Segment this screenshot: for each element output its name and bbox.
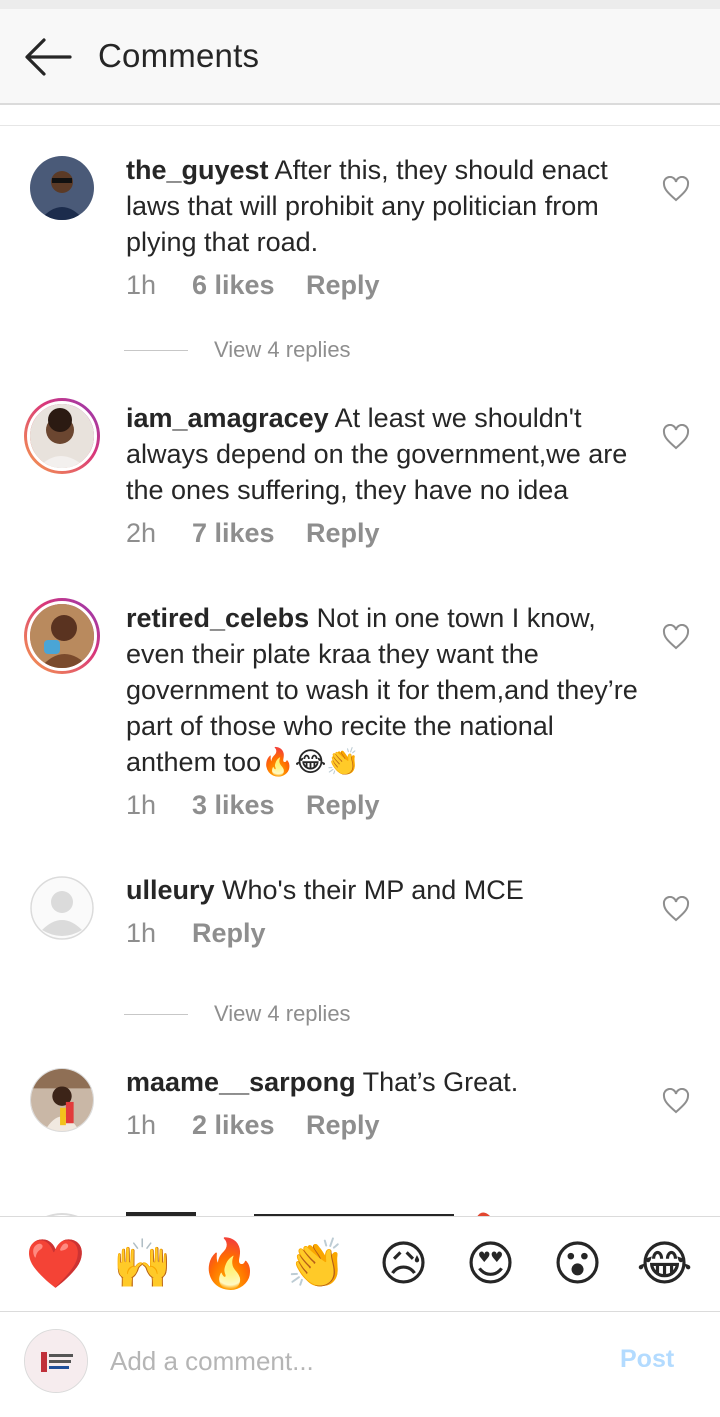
comment-meta: 1h 3 likes Reply (126, 790, 380, 821)
status-bar (0, 0, 720, 9)
laughing-emoji-button[interactable]: 😂 (632, 1236, 698, 1292)
page-title: Comments (98, 37, 260, 74)
heart-outline-icon[interactable] (662, 624, 690, 650)
comment-text: maame__sarpong That’s Great. (126, 1064, 646, 1100)
replies-line (124, 1013, 188, 1015)
heart-outline-icon[interactable] (662, 1088, 690, 1114)
comment-meta: 1h Reply (126, 918, 266, 949)
comment-meta: 1h 2 likes Reply (126, 1110, 380, 1141)
header-bar: Comments (0, 9, 720, 105)
comment-text: ulleury Who's their MP and MCE (126, 872, 646, 908)
back-arrow-icon[interactable] (22, 35, 74, 79)
comment-meta: 2h 7 likes Reply (126, 518, 380, 549)
comment-likes[interactable]: 3 likes (192, 790, 306, 821)
reply-button[interactable]: Reply (306, 1110, 380, 1141)
comment-text: retired_celebs Not in one town I know, e… (126, 600, 646, 780)
comment-body: Who's their MP and MCE (214, 875, 524, 905)
heart-outline-icon[interactable] (662, 176, 690, 202)
view-replies-label: View 4 replies (214, 1001, 351, 1026)
clapping-emoji-button[interactable]: 👏 (284, 1236, 350, 1292)
comment-meta: 1h 6 likes Reply (126, 270, 380, 301)
default-avatar-icon[interactable] (30, 876, 94, 940)
comment-username[interactable]: retired_celebs (126, 603, 309, 633)
comment-time: 1h (126, 790, 157, 820)
divider (0, 125, 720, 126)
reply-button[interactable]: Reply (306, 270, 380, 301)
comment-time: 2h (126, 518, 157, 548)
post-button[interactable]: Post (620, 1345, 674, 1374)
heart-outline-icon[interactable] (662, 424, 690, 450)
comment-likes[interactable]: 7 likes (192, 518, 306, 549)
comment-time: 1h (126, 918, 157, 948)
comment-likes[interactable]: 2 likes (192, 1110, 306, 1141)
reply-button[interactable]: Reply (306, 518, 380, 549)
comment-username[interactable]: ulleury (126, 875, 215, 905)
view-replies-button[interactable]: View 4 replies (124, 1001, 351, 1027)
emoji-quick-bar: ❤️ 🙌 🔥 👏 😥 😍 😮 😂 (0, 1216, 720, 1312)
avatar[interactable] (30, 156, 94, 220)
view-replies-button[interactable]: View 4 replies (124, 337, 351, 363)
comment-time: 1h (126, 270, 157, 300)
avatar[interactable] (30, 1068, 94, 1132)
comment-composer: Post (0, 1313, 720, 1417)
view-replies-label: View 4 replies (214, 337, 351, 362)
comment-likes[interactable]: 6 likes (192, 270, 306, 301)
reply-button[interactable]: Reply (306, 790, 380, 821)
avatar[interactable] (24, 398, 100, 474)
comment-time: 1h (126, 1110, 157, 1140)
comment-username[interactable]: iam_amagracey (126, 403, 329, 433)
comment-text: iam_amagracey At least we shouldn't alwa… (126, 400, 646, 508)
surprised-emoji-button[interactable]: 😮 (545, 1236, 611, 1292)
fire-emoji-button[interactable]: 🔥 (197, 1236, 263, 1292)
raised-hands-emoji-button[interactable]: 🙌 (110, 1236, 176, 1292)
heart-emoji-button[interactable]: ❤️ (23, 1236, 89, 1292)
comment-input[interactable] (110, 1339, 590, 1383)
comment-username[interactable]: maame__sarpong (126, 1067, 356, 1097)
my-avatar (24, 1329, 88, 1393)
heart-eyes-emoji-button[interactable]: 😍 (458, 1236, 524, 1292)
comment-username[interactable]: the_guyest (126, 155, 269, 185)
reply-button[interactable]: Reply (192, 918, 266, 949)
sad-emoji-button[interactable]: 😥 (371, 1236, 437, 1292)
comment-text: the_guyest After this, they should enact… (126, 152, 646, 260)
replies-line (124, 349, 188, 351)
avatar[interactable] (24, 598, 100, 674)
comment-body: That’s Great. (355, 1067, 519, 1097)
heart-outline-icon[interactable] (662, 896, 690, 922)
